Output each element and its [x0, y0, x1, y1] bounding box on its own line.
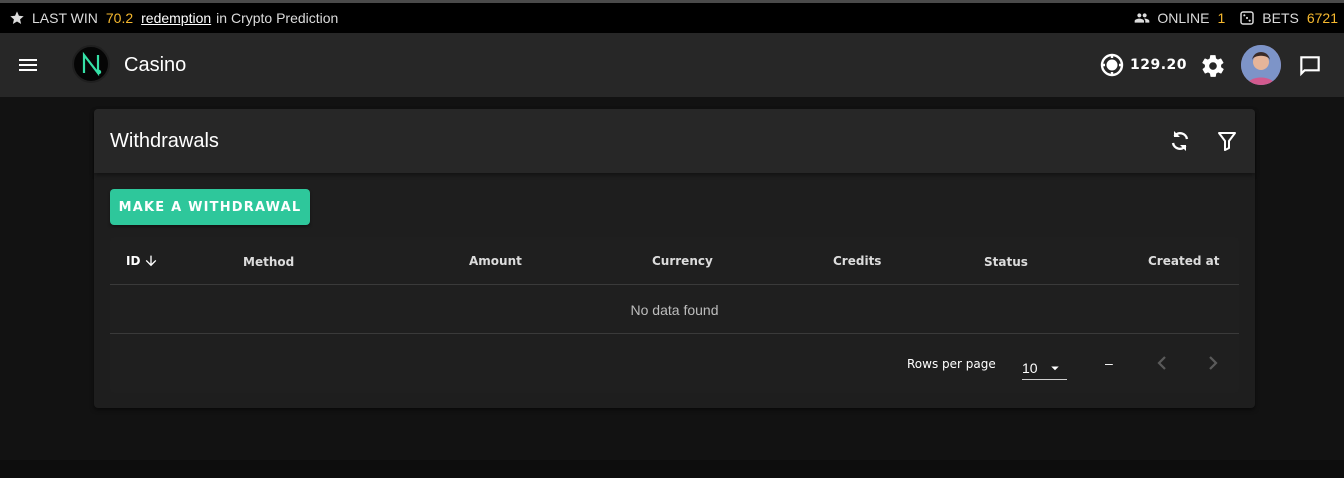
rows-per-page-value: 10	[1022, 360, 1038, 376]
menu-icon[interactable]	[16, 53, 40, 77]
star-icon	[9, 10, 25, 26]
last-win-game: in Crypto Prediction	[216, 10, 339, 26]
make-withdrawal-button[interactable]: MAKE A WITHDRAWAL	[110, 189, 310, 225]
footer-divider	[110, 333, 1239, 334]
balance-value: 129.20	[1130, 57, 1188, 73]
withdrawals-card: Withdrawals MAKE A WITHDRAWAL ID Method …	[94, 109, 1255, 408]
page-footer-strip	[0, 460, 1344, 478]
caret-down-icon	[1046, 359, 1064, 377]
rows-per-page-label: Rows per page	[907, 357, 996, 371]
last-win-label: LAST WIN	[32, 10, 98, 26]
header-divider	[110, 284, 1239, 285]
last-win-value: 70.2	[105, 10, 134, 26]
online-count: 1	[1217, 10, 1226, 26]
column-header-method[interactable]: Method	[243, 255, 294, 269]
arrow-down-icon	[143, 253, 159, 269]
gear-icon[interactable]	[1200, 53, 1226, 79]
empty-state-text: No data found	[630, 302, 719, 318]
chat-icon[interactable]	[1297, 53, 1323, 79]
online-label: ONLINE	[1157, 10, 1210, 26]
avatar-image	[1241, 45, 1281, 85]
column-header-id[interactable]: ID	[126, 253, 159, 269]
column-header-created-at[interactable]: Created at	[1148, 254, 1219, 268]
bets-label: BETS	[1262, 10, 1299, 26]
brand-logo[interactable]	[72, 45, 110, 83]
column-header-amount[interactable]: Amount	[469, 254, 522, 268]
logo-n-icon	[82, 51, 102, 77]
withdrawals-table: ID Method Amount Currency Credits Status…	[110, 237, 1239, 393]
page-title: Withdrawals	[110, 130, 219, 152]
dice-icon	[1239, 10, 1255, 26]
bets-count: 6721	[1306, 10, 1338, 26]
stats-ticker: ONLINE 1 BETS 6721	[1134, 10, 1344, 26]
rows-per-page-select[interactable]: 10	[1022, 353, 1067, 380]
chevron-right-icon[interactable]	[1201, 351, 1225, 375]
avatar[interactable]	[1241, 45, 1281, 85]
chip-icon	[1100, 53, 1124, 77]
last-win-ticker: LAST WIN 70.2 redemption in Crypto Predi…	[0, 10, 1134, 26]
refresh-icon[interactable]	[1168, 129, 1192, 153]
ticker-bar: LAST WIN 70.2 redemption in Crypto Predi…	[0, 3, 1344, 33]
column-header-status[interactable]: Status	[984, 255, 1028, 269]
column-header-credits[interactable]: Credits	[833, 254, 881, 268]
withdrawals-header: Withdrawals	[94, 109, 1255, 173]
chevron-left-icon[interactable]	[1150, 351, 1174, 375]
app-bar: Casino 129.20	[0, 33, 1344, 97]
page-range-text: –	[1105, 355, 1113, 371]
filter-icon[interactable]	[1215, 129, 1239, 153]
column-header-currency[interactable]: Currency	[652, 254, 713, 268]
users-icon	[1134, 10, 1150, 26]
winner-username-link[interactable]: redemption	[141, 10, 211, 26]
balance-display[interactable]: 129.20	[1100, 53, 1187, 77]
brand-name: Casino	[124, 54, 187, 76]
